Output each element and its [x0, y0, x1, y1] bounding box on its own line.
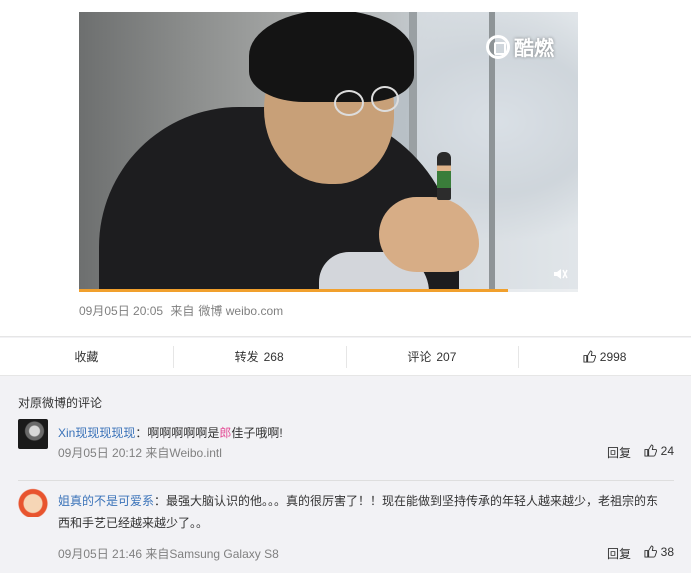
post-date[interactable]: 09月05日 20:05 — [79, 304, 163, 318]
comment-username[interactable]: Xin现现现现现 — [58, 426, 135, 440]
comment-like-count: 38 — [660, 545, 674, 559]
favorite-button[interactable]: 收藏 — [0, 338, 173, 375]
post-meta: 09月05日 20:05 来自 微博 weibo.com — [79, 302, 287, 319]
comment-like-button[interactable]: 24 — [644, 444, 674, 458]
watermark-text: 酷燃 — [514, 38, 554, 60]
video-glasses-decor — [371, 86, 399, 112]
comment-text: Xin现现现现现：啊啊啊啊啊是郎佳子哦啊! — [58, 422, 668, 444]
comment-meta: 09月05日 21:46 来自Samsung Galaxy S8 — [58, 547, 279, 561]
comment-body: ：啊啊啊啊啊是 — [135, 426, 220, 440]
video-watermark: 酷燃 — [486, 32, 554, 61]
reply-button[interactable]: 回复 — [607, 545, 631, 562]
comment-button[interactable]: 评论 207 — [345, 338, 519, 375]
comment-body-end: 佳子哦啊! — [231, 426, 283, 440]
post-source[interactable]: 微博 weibo.com — [198, 304, 283, 318]
favorite-label: 收藏 — [74, 350, 99, 364]
post-source-prefix: 来自 — [170, 304, 195, 318]
avatar[interactable] — [18, 419, 48, 449]
video-figurine-decor — [437, 152, 451, 200]
like-count: 2998 — [599, 349, 627, 364]
post-action-bar: 收藏 转发 268 评论 207 2998 — [0, 338, 691, 376]
repost-button[interactable]: 转发 268 — [172, 338, 346, 375]
avatar[interactable] — [18, 487, 48, 517]
thumb-up-icon — [583, 350, 596, 363]
comment-text: 姐真的不是可爱系：最强大脑认识的他。。。真的很厉害了！！现在能做到坚持传承的年轻… — [58, 490, 668, 534]
video-progress-track[interactable] — [508, 289, 578, 292]
reply-button[interactable]: 回复 — [607, 444, 631, 461]
comment-label: 评论 — [407, 350, 432, 364]
comment-like-count: 24 — [660, 444, 674, 458]
video-progress-fill[interactable] — [79, 289, 509, 292]
video-glasses-decor — [334, 90, 364, 116]
comment-highlight: 郎 — [219, 426, 232, 440]
thumb-up-icon — [644, 444, 657, 457]
mute-icon[interactable] — [552, 266, 568, 282]
repost-label: 转发 — [234, 350, 259, 364]
comments-section: 对原微博的评论 Xin现现现现现：啊啊啊啊啊是郎佳子哦啊! 09月05日 20:… — [0, 377, 691, 573]
comments-title: 对原微博的评论 — [18, 396, 103, 410]
watermark-logo-icon — [486, 34, 510, 59]
comment-count: 207 — [436, 349, 457, 364]
thumb-up-icon — [644, 545, 657, 558]
comment-item: Xin现现现现现：啊啊啊啊啊是郎佳子哦啊! 09月05日 20:12 来自Wei… — [18, 419, 674, 481]
like-button[interactable]: 2998 — [518, 338, 691, 375]
post-card: 酷燃 09月05日 20:05 来自 微博 weibo.com — [0, 0, 691, 337]
repost-count: 268 — [263, 349, 284, 364]
comment-item: 姐真的不是可爱系：最强大脑认识的他。。。真的很厉害了！！现在能做到坚持传承的年轻… — [18, 487, 674, 567]
comment-meta: 09月05日 20:12 来自Weibo.intl — [58, 446, 222, 460]
comment-like-button[interactable]: 38 — [644, 545, 674, 559]
comment-username[interactable]: 姐真的不是可爱系 — [58, 494, 154, 508]
video-player[interactable]: 酷燃 — [79, 12, 578, 292]
